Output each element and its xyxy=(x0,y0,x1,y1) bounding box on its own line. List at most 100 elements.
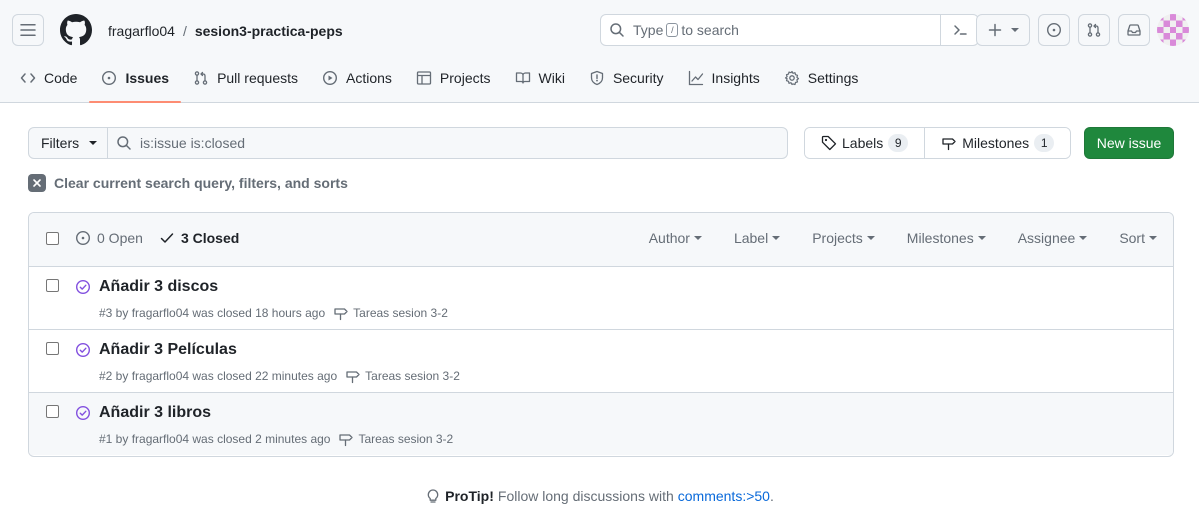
issues-search-input[interactable]: is:issue is:closed xyxy=(108,127,788,159)
closed-count-label: 3 Closed xyxy=(180,230,240,246)
assignee-filter-dropdown[interactable]: Assignee xyxy=(986,230,1088,246)
milestone-icon xyxy=(942,138,956,151)
breadcrumb-repo[interactable]: sesion3-practica-peps xyxy=(195,21,343,41)
terminal-icon xyxy=(953,25,967,35)
milestone-icon xyxy=(346,371,360,384)
tab-pull-requests[interactable]: Pull requests xyxy=(181,60,310,96)
issue-row: Añadir 3 libros #1 by fragarflo04 was cl… xyxy=(29,393,1173,455)
chevron-down-icon xyxy=(89,141,98,145)
issue-meta: #3 by fragarflo04 was closed 18 hours ag… xyxy=(99,305,448,321)
book-icon xyxy=(515,72,530,84)
pull-requests-header-button[interactable] xyxy=(1078,14,1110,46)
repo-nav-tabs: Code Issues Pull requests Actions Projec… xyxy=(8,60,871,103)
close-icon xyxy=(28,174,46,192)
issue-closed-icon xyxy=(75,279,91,295)
protip-label: ProTip! xyxy=(445,488,494,504)
issue-checkbox[interactable] xyxy=(46,279,59,292)
filters-dropdown-button[interactable]: Filters xyxy=(28,127,108,159)
issues-filter-bar: Filters is:issue is:closed xyxy=(28,127,788,159)
open-issues-link[interactable]: 0 Open xyxy=(75,230,143,246)
clear-filters-link[interactable]: Clear current search query, filters, and… xyxy=(28,174,348,192)
shield-icon xyxy=(590,70,604,86)
issue-milestone-link[interactable]: Tareas sesion 3-2 xyxy=(345,368,460,384)
active-tab-underline xyxy=(89,101,182,103)
select-all-checkbox[interactable] xyxy=(46,232,59,245)
tab-label: Wiki xyxy=(538,70,565,86)
chevron-down-icon xyxy=(977,236,986,240)
issue-milestone-link[interactable]: Tareas sesion 3-2 xyxy=(333,305,448,321)
breadcrumb-owner[interactable]: fragarflo04 xyxy=(108,21,175,41)
author-filter-dropdown[interactable]: Author xyxy=(617,230,702,246)
milestones-button[interactable]: Milestones 1 xyxy=(924,128,1071,158)
play-icon xyxy=(322,70,338,86)
milestone-icon xyxy=(334,308,348,321)
issue-checkbox[interactable] xyxy=(46,342,59,355)
issue-checkbox[interactable] xyxy=(46,405,59,418)
menu-button[interactable] xyxy=(12,14,44,46)
tab-issues[interactable]: Issues xyxy=(89,60,182,103)
chevron-down-icon xyxy=(1149,236,1157,240)
milestones-filter-dropdown[interactable]: Milestones xyxy=(875,230,986,246)
issue-title-link[interactable]: Añadir 3 libros xyxy=(99,403,211,423)
tab-actions[interactable]: Actions xyxy=(310,60,404,96)
issue-meta-text: #1 by fragarflo04 was closed 2 minutes a… xyxy=(99,432,331,446)
sort-dropdown[interactable]: Sort xyxy=(1087,230,1157,246)
tab-settings[interactable]: Settings xyxy=(772,60,871,96)
breadcrumb-separator: / xyxy=(182,23,187,39)
protip-link[interactable]: comments:>50 xyxy=(678,488,770,504)
new-issue-button[interactable]: New issue xyxy=(1084,127,1174,159)
gear-icon xyxy=(784,70,799,86)
protip-text: Follow long discussions with xyxy=(497,488,674,504)
labels-milestones-group: Labels 9 Milestones 1 xyxy=(804,127,1072,159)
tab-wiki[interactable]: Wiki xyxy=(503,60,577,96)
global-search-input[interactable]: Type / to search xyxy=(600,14,979,46)
issue-opened-icon xyxy=(102,70,117,86)
slash-key-hint: / xyxy=(666,23,679,37)
label-filter-dropdown[interactable]: Label xyxy=(702,230,781,246)
graph-icon xyxy=(688,70,703,86)
chevron-down-icon xyxy=(772,236,781,240)
tab-security[interactable]: Security xyxy=(577,60,676,96)
issue-title-link[interactable]: Añadir 3 discos xyxy=(99,277,218,297)
search-placeholder: Type / to search xyxy=(633,22,739,38)
tab-label: Settings xyxy=(807,70,859,86)
command-palette-button[interactable] xyxy=(940,15,978,45)
filters-label: Filters xyxy=(41,135,80,151)
issue-row: Añadir 3 discos #3 by fragarflo04 was cl… xyxy=(29,267,1173,330)
labels-button[interactable]: Labels 9 xyxy=(805,128,925,158)
tab-code[interactable]: Code xyxy=(8,60,89,96)
projects-filter-dropdown[interactable]: Projects xyxy=(780,230,875,246)
issue-title-link[interactable]: Añadir 3 Películas xyxy=(99,340,237,360)
tab-label: Insights xyxy=(711,70,760,86)
issue-meta: #2 by fragarflo04 was closed 22 minutes … xyxy=(99,368,460,384)
issue-milestone-link[interactable]: Tareas sesion 3-2 xyxy=(338,431,453,447)
avatar[interactable] xyxy=(1157,14,1189,46)
git-pull-request-icon xyxy=(1087,23,1101,37)
issue-meta: #1 by fragarflo04 was closed 2 minutes a… xyxy=(99,431,453,447)
github-logo[interactable] xyxy=(60,14,92,46)
github-mark-icon xyxy=(60,14,92,46)
light-bulb-icon xyxy=(427,489,439,503)
protip-end: . xyxy=(769,488,774,504)
milestone-icon xyxy=(339,434,354,447)
search-icon xyxy=(117,136,131,150)
chevron-down-icon xyxy=(866,236,875,240)
search-query-value: is:issue is:closed xyxy=(140,135,246,151)
issue-closed-icon xyxy=(75,405,91,421)
tab-label: Code xyxy=(44,70,78,86)
tab-insights[interactable]: Insights xyxy=(676,60,772,96)
issue-meta-text: #2 by fragarflo04 was closed 22 minutes … xyxy=(99,369,338,383)
tab-label: Pull requests xyxy=(217,70,298,86)
search-icon xyxy=(610,23,624,37)
closed-issues-link[interactable]: 3 Closed xyxy=(159,230,239,246)
issues-header-button[interactable] xyxy=(1038,14,1070,46)
breadcrumb: fragarflo04 / sesion3-practica-peps xyxy=(108,21,343,41)
check-icon xyxy=(160,233,174,243)
inbox-header-button[interactable] xyxy=(1118,14,1150,46)
create-new-button[interactable] xyxy=(976,14,1030,46)
git-pull-request-icon xyxy=(194,71,208,85)
tag-icon xyxy=(821,135,837,151)
identicon-icon xyxy=(1157,14,1189,46)
tab-label: Actions xyxy=(346,70,392,86)
tab-projects[interactable]: Projects xyxy=(404,60,503,96)
